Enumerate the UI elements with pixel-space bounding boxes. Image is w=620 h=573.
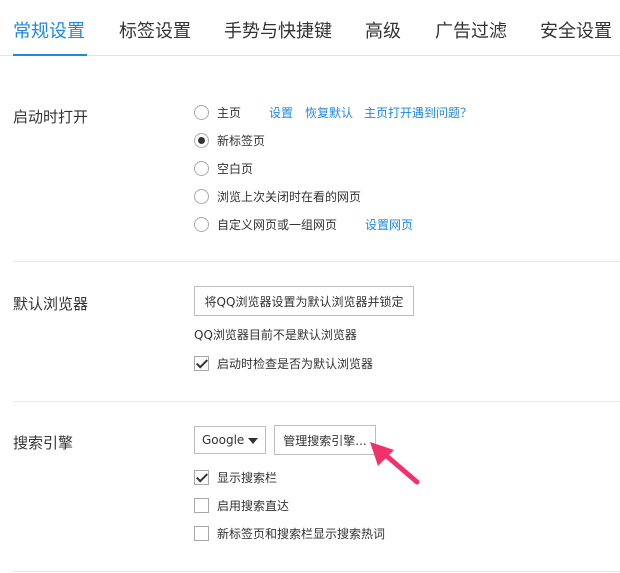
startup-check-default-row[interactable]: 启动时检查是否为默认浏览器 <box>194 355 373 371</box>
tab-ad-filter[interactable]: 广告过滤 <box>435 19 507 45</box>
active-tab-indicator <box>13 54 87 56</box>
radio-homepage[interactable] <box>194 104 209 120</box>
radio-custom-label: 自定义网页或一组网页 <box>217 217 338 232</box>
chevron-down-icon <box>248 438 258 444</box>
radio-blank-label: 空白页 <box>217 161 254 176</box>
hot-words-row[interactable]: 新标签页和搜索栏显示搜索热词 <box>194 525 385 541</box>
homepage-settings-link[interactable]: 设置 <box>269 104 293 121</box>
tab-advanced[interactable]: 高级 <box>365 19 401 45</box>
annotation-arrow-icon <box>370 442 420 485</box>
checkbox-hot-words[interactable] <box>194 525 209 541</box>
startup-option-new-tab[interactable]: 新标签页 <box>194 132 265 148</box>
checkbox-check-default-label: 启动时检查是否为默认浏览器 <box>217 356 374 371</box>
checkbox-show-search-bar-label: 显示搜索栏 <box>217 470 278 485</box>
radio-last-session-label: 浏览上次关闭时在看的网页 <box>217 189 362 204</box>
homepage-problem-link[interactable]: 主页打开遇到问题？ <box>364 104 472 121</box>
search-engine-section-title: 搜索引擎 <box>13 434 74 452</box>
tab-security[interactable]: 安全设置 <box>540 19 612 45</box>
section-divider <box>13 571 620 572</box>
checkbox-hot-words-label: 新标签页和搜索栏显示搜索热词 <box>217 526 386 541</box>
tab-tabs[interactable]: 标签设置 <box>119 19 191 45</box>
checkbox-check-default[interactable] <box>194 355 209 371</box>
set-pages-link[interactable]: 设置网页 <box>365 216 413 233</box>
startup-option-blank[interactable]: 空白页 <box>194 160 253 176</box>
startup-option-custom[interactable]: 自定义网页或一组网页 <box>194 216 337 232</box>
radio-last-session[interactable] <box>194 188 209 204</box>
radio-homepage-label: 主页 <box>217 105 242 120</box>
radio-blank[interactable] <box>194 160 209 176</box>
search-engine-selected-value: Google <box>202 433 245 447</box>
restore-default-link[interactable]: 恢复默认 <box>305 104 353 121</box>
default-browser-section-title: 默认浏览器 <box>13 295 89 313</box>
startup-option-homepage[interactable]: 主页 <box>194 104 241 120</box>
checkbox-search-direct-label: 启用搜索直达 <box>217 498 290 513</box>
default-browser-status: QQ浏览器目前不是默认浏览器 <box>194 328 357 342</box>
search-engine-select[interactable]: Google <box>194 426 266 454</box>
checkbox-show-search-bar[interactable] <box>194 469 209 485</box>
set-default-browser-button[interactable]: 将QQ浏览器设置为默认浏览器并锁定 <box>194 286 414 316</box>
startup-option-last-session[interactable]: 浏览上次关闭时在看的网页 <box>194 188 361 204</box>
tab-general[interactable]: 常规设置 <box>13 19 85 45</box>
section-divider <box>13 401 620 402</box>
show-search-bar-row[interactable]: 显示搜索栏 <box>194 469 277 485</box>
radio-new-tab-label: 新标签页 <box>217 133 266 148</box>
checkbox-search-direct[interactable] <box>194 497 209 513</box>
settings-tab-bar: 常规设置 标签设置 手势与快捷键 高级 广告过滤 安全设置 <box>0 0 620 56</box>
radio-new-tab[interactable] <box>194 132 209 148</box>
section-divider <box>13 261 620 262</box>
startup-section-title: 启动时打开 <box>13 108 89 126</box>
tab-gestures-shortcuts[interactable]: 手势与快捷键 <box>224 19 332 45</box>
radio-custom[interactable] <box>194 216 209 232</box>
search-direct-row[interactable]: 启用搜索直达 <box>194 497 289 513</box>
